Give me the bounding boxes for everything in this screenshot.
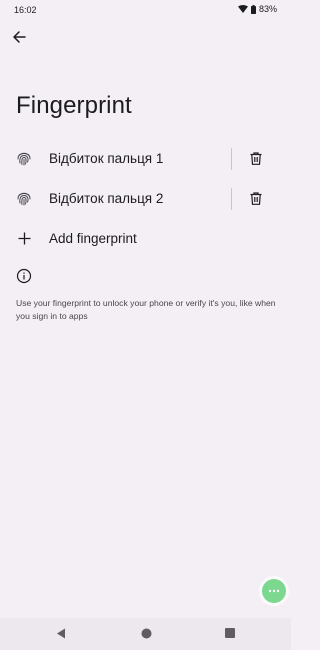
wifi-icon	[237, 5, 248, 13]
delete-fingerprint-button[interactable]	[246, 148, 266, 168]
floating-assist-button[interactable]	[262, 579, 286, 603]
fingerprint-item-2[interactable]: Відбиток пальця 2	[0, 178, 291, 218]
battery-icon	[250, 4, 256, 14]
info-description: Use your fingerprint to unlock your phon…	[16, 298, 276, 321]
arrow-back-icon	[13, 31, 26, 43]
info-icon	[16, 268, 32, 284]
plus-icon	[16, 230, 32, 246]
circle-home-icon	[141, 628, 151, 638]
triangle-back-icon	[57, 628, 65, 638]
nav-home-button[interactable]	[139, 626, 153, 640]
back-button[interactable]	[9, 27, 29, 47]
nav-back-button[interactable]	[54, 626, 68, 640]
fingerprint-icon	[16, 190, 32, 206]
page-title: Fingerprint	[16, 92, 132, 119]
fingerprint-icon	[16, 150, 32, 166]
status-bar: 16:02 83%	[0, 0, 291, 20]
nav-recents-button[interactable]	[223, 626, 237, 640]
fingerprint-item-1[interactable]: Відбиток пальця 1	[0, 138, 291, 178]
square-recents-icon	[225, 628, 235, 638]
add-fingerprint-label: Add fingerprint	[49, 230, 137, 246]
status-indicators: 83%	[237, 4, 277, 14]
more-horizontal-icon	[268, 589, 280, 593]
battery-percent: 83%	[258, 4, 277, 14]
add-fingerprint-button[interactable]: Add fingerprint	[0, 218, 291, 258]
status-time: 16:02	[14, 5, 37, 15]
fingerprint-label: Відбиток пальця 2	[49, 190, 164, 206]
divider	[231, 188, 232, 210]
fingerprint-label: Відбиток пальця 1	[49, 150, 164, 166]
trash-icon	[250, 191, 262, 205]
trash-icon	[250, 151, 262, 165]
delete-fingerprint-button[interactable]	[246, 188, 266, 208]
divider	[231, 148, 232, 170]
system-navigation-bar	[0, 618, 291, 650]
